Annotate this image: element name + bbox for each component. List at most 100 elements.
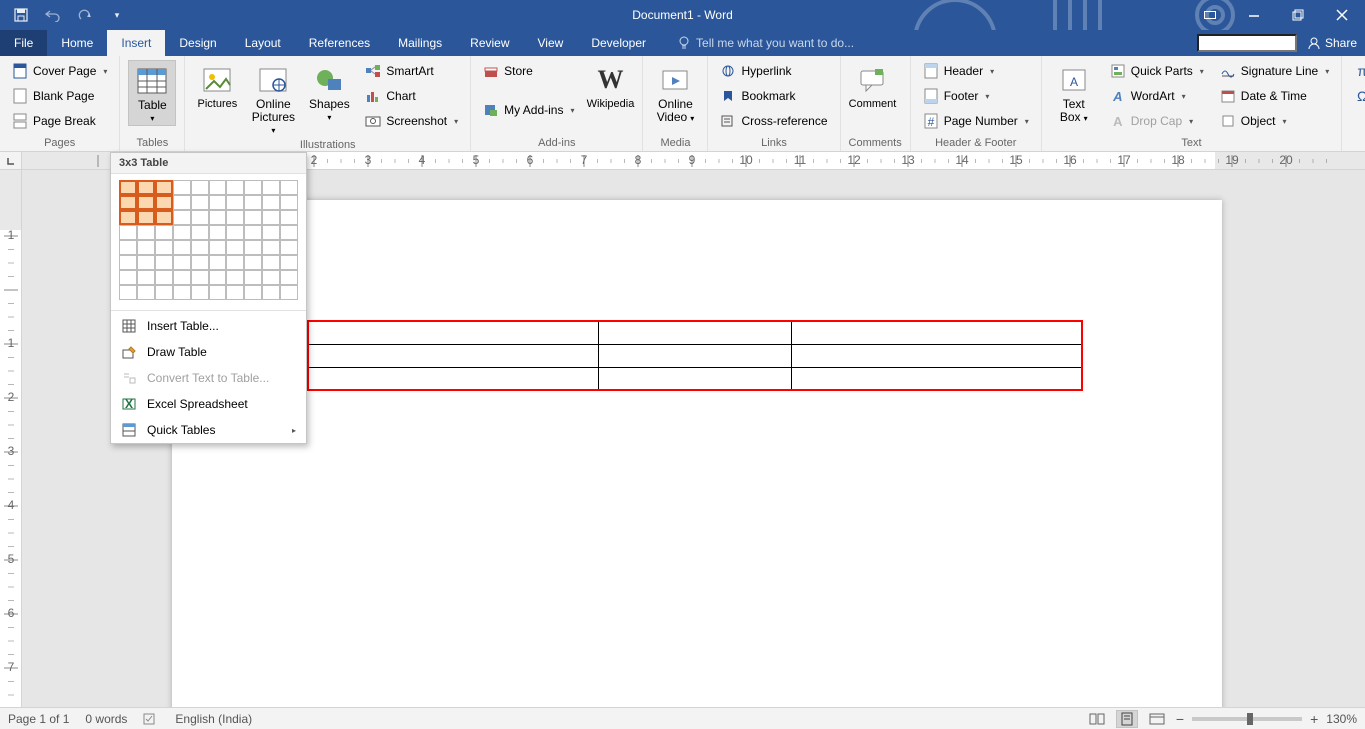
tab-design[interactable]: Design xyxy=(165,30,230,56)
grid-cell[interactable] xyxy=(209,285,227,300)
screenshot-button[interactable]: Screenshot xyxy=(361,110,462,132)
grid-cell[interactable] xyxy=(244,270,262,285)
grid-cell[interactable] xyxy=(191,240,209,255)
grid-cell[interactable] xyxy=(155,240,173,255)
menu-quick-tables[interactable]: Quick Tables▸ xyxy=(111,417,306,443)
page-break-button[interactable]: Page Break xyxy=(8,110,111,132)
grid-cell[interactable] xyxy=(209,195,227,210)
grid-cell[interactable] xyxy=(244,255,262,270)
grid-cell[interactable] xyxy=(173,240,191,255)
zoom-slider-thumb[interactable] xyxy=(1247,713,1253,725)
grid-cell[interactable] xyxy=(262,255,280,270)
grid-cell[interactable] xyxy=(226,285,244,300)
grid-cell[interactable] xyxy=(137,270,155,285)
ruler-corner[interactable] xyxy=(0,152,22,170)
signature-line-button[interactable]: Signature Line xyxy=(1216,60,1333,82)
grid-cell[interactable] xyxy=(262,210,280,225)
grid-cell[interactable] xyxy=(209,210,227,225)
grid-cell[interactable] xyxy=(209,240,227,255)
grid-cell[interactable] xyxy=(119,225,137,240)
tab-view[interactable]: View xyxy=(524,30,578,56)
table-button[interactable]: Table▾ xyxy=(128,60,176,126)
tab-file[interactable]: File xyxy=(0,30,47,56)
grid-cell[interactable] xyxy=(155,255,173,270)
cross-reference-button[interactable]: Cross-reference xyxy=(716,110,831,132)
grid-cell[interactable] xyxy=(119,180,137,195)
grid-cell[interactable] xyxy=(119,210,137,225)
redo-button[interactable] xyxy=(74,4,96,26)
grid-cell[interactable] xyxy=(137,195,155,210)
save-button[interactable] xyxy=(10,4,32,26)
view-print-layout[interactable] xyxy=(1116,710,1138,728)
grid-cell[interactable] xyxy=(119,255,137,270)
grid-cell[interactable] xyxy=(173,270,191,285)
undo-button[interactable] xyxy=(42,4,64,26)
tab-home[interactable]: Home xyxy=(47,30,107,56)
store-button[interactable]: Store xyxy=(479,60,578,82)
grid-cell[interactable] xyxy=(262,285,280,300)
grid-cell[interactable] xyxy=(280,255,298,270)
view-read-mode[interactable] xyxy=(1086,710,1108,728)
tell-me-search[interactable]: Tell me what you want to do... xyxy=(660,30,854,56)
grid-cell[interactable] xyxy=(119,270,137,285)
grid-cell[interactable] xyxy=(191,255,209,270)
grid-cell[interactable] xyxy=(155,210,173,225)
grid-cell[interactable] xyxy=(191,225,209,240)
grid-cell[interactable] xyxy=(280,225,298,240)
pictures-button[interactable]: Pictures xyxy=(193,60,241,110)
tab-insert[interactable]: Insert xyxy=(107,30,165,56)
shapes-button[interactable]: Shapes▾ xyxy=(305,60,353,124)
share-button[interactable]: Share xyxy=(1307,36,1357,50)
title-search-input[interactable] xyxy=(1197,34,1297,52)
grid-cell[interactable] xyxy=(119,195,137,210)
menu-draw-table[interactable]: Draw Table xyxy=(111,339,306,365)
grid-cell[interactable] xyxy=(244,240,262,255)
chart-button[interactable]: Chart xyxy=(361,85,462,107)
grid-cell[interactable] xyxy=(280,270,298,285)
grid-cell[interactable] xyxy=(244,195,262,210)
grid-cell[interactable] xyxy=(226,270,244,285)
grid-cell[interactable] xyxy=(280,240,298,255)
grid-cell[interactable] xyxy=(226,210,244,225)
comment-button[interactable]: Comment xyxy=(849,60,897,110)
grid-cell[interactable] xyxy=(191,180,209,195)
tab-references[interactable]: References xyxy=(295,30,384,56)
grid-cell[interactable] xyxy=(244,180,262,195)
grid-cell[interactable] xyxy=(137,240,155,255)
status-words[interactable]: 0 words xyxy=(85,712,127,726)
grid-cell[interactable] xyxy=(191,195,209,210)
bookmark-button[interactable]: Bookmark xyxy=(716,85,831,107)
grid-cell[interactable] xyxy=(173,195,191,210)
grid-cell[interactable] xyxy=(155,180,173,195)
grid-cell[interactable] xyxy=(262,180,280,195)
smartart-button[interactable]: SmartArt xyxy=(361,60,462,82)
grid-cell[interactable] xyxy=(137,255,155,270)
zoom-level[interactable]: 130% xyxy=(1326,712,1357,726)
grid-cell[interactable] xyxy=(137,285,155,300)
grid-cell[interactable] xyxy=(244,210,262,225)
grid-cell[interactable] xyxy=(137,180,155,195)
grid-cell[interactable] xyxy=(209,270,227,285)
grid-cell[interactable] xyxy=(262,270,280,285)
blank-page-button[interactable]: Blank Page xyxy=(8,85,111,107)
close-button[interactable] xyxy=(1329,4,1355,26)
hyperlink-button[interactable]: Hyperlink xyxy=(716,60,831,82)
grid-cell[interactable] xyxy=(119,285,137,300)
grid-cell[interactable] xyxy=(191,270,209,285)
wikipedia-button[interactable]: WWikipedia xyxy=(586,60,634,110)
menu-excel-spreadsheet[interactable]: XExcel Spreadsheet xyxy=(111,391,306,417)
grid-cell[interactable] xyxy=(191,285,209,300)
grid-cell[interactable] xyxy=(262,225,280,240)
tab-developer[interactable]: Developer xyxy=(577,30,660,56)
view-web-layout[interactable] xyxy=(1146,710,1168,728)
grid-cell[interactable] xyxy=(244,225,262,240)
grid-cell[interactable] xyxy=(191,210,209,225)
status-page[interactable]: Page 1 of 1 xyxy=(8,712,69,726)
header-button[interactable]: Header xyxy=(919,60,1033,82)
grid-cell[interactable] xyxy=(226,240,244,255)
grid-cell[interactable] xyxy=(173,225,191,240)
grid-cell[interactable] xyxy=(280,210,298,225)
grid-cell[interactable] xyxy=(119,240,137,255)
grid-cell[interactable] xyxy=(262,240,280,255)
my-addins-button[interactable]: My Add-ins xyxy=(479,99,578,121)
